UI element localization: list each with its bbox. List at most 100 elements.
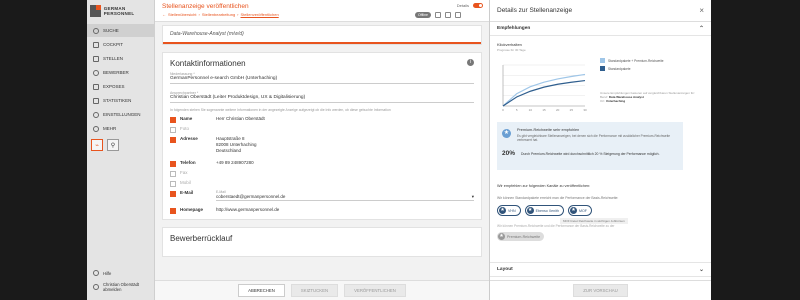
checkbox[interactable] — [170, 136, 176, 143]
preview-button[interactable]: ZUR VORSCHAU — [573, 284, 628, 297]
contact-row-name: Name Herr Christian Oberstädt — [170, 116, 474, 126]
sidebar-item-stellen[interactable]: STELLEN — [87, 52, 155, 65]
job-title-field[interactable]: Data-Warehouse-Analyst (m/w/d) — [163, 26, 481, 44]
chip-label: VHN — [508, 208, 516, 213]
contact-row-mobil: Mobil — [170, 180, 474, 190]
x-tick-label: 0 — [502, 108, 504, 112]
sidebar-item-mehr[interactable]: MEHR — [87, 122, 155, 135]
channel-chip[interactable]: ★ Ebenso Xenith — [524, 205, 564, 216]
section-title: Bewerberrücklauf — [170, 234, 233, 244]
row-label: E-Mail — [180, 190, 194, 196]
row-value: Herr Christian Oberstädt — [216, 116, 265, 122]
sidebar: GERMAN PERSONNEL SUCHE COCKPIT STELLEN B… — [87, 0, 155, 300]
email-select[interactable]: E-Mail coberstaedt@germanpersonnel.de ▾ — [216, 190, 474, 202]
sidebar-item-cockpit[interactable]: COCKPIT — [87, 38, 155, 51]
breadcrumb: ← Stellenübersicht › Stellenbearbeitung … — [162, 12, 279, 17]
back-arrow-icon[interactable]: ← — [162, 12, 166, 17]
chip-label: Premium-Reichweite — [507, 234, 541, 239]
row-label: Telefon — [180, 160, 196, 166]
footer-actions: ABBRECHEN SKIZTUCKEN VERÖFFENTLICHEN — [155, 280, 489, 300]
accordion-label: Empfehlungen — [497, 26, 531, 31]
checkbox[interactable] — [170, 190, 176, 197]
gear-icon — [93, 111, 99, 118]
recommend-subtext-2: Wir können Premium-Reichweite und die Pe… — [497, 224, 615, 228]
breadcrumb-item[interactable]: Stellenveröffentlichen — [241, 12, 279, 17]
recommend-text: Wir empfehlen zur folgenden Kanäle zu ve… — [497, 184, 591, 188]
premium-chip[interactable]: ★ Premium-Reichweite — [497, 232, 545, 241]
breadcrumb-item[interactable]: Stellenbearbeitung — [202, 12, 235, 17]
email-value: coberstaedt@germanpersonnel.de — [216, 194, 286, 200]
tool-link-icon[interactable]: ⌁ — [91, 139, 103, 151]
logout-label: Christian Oberstädt abmelden — [103, 282, 140, 293]
checkbox[interactable] — [170, 170, 176, 177]
sidebar-item-statistiken[interactable]: STATISTIKEN — [87, 94, 155, 107]
help-link[interactable]: Hilfe — [93, 270, 111, 276]
chart-note: Unsere Empfehlungen basieren auf verglei… — [600, 91, 700, 104]
status-badge: Offline — [414, 12, 431, 18]
row-label: Name — [180, 116, 193, 122]
legend-item: Standardpakete + Premium-Reichweite — [600, 58, 664, 63]
accordion-layout[interactable]: Layout ⌄ — [490, 263, 711, 277]
channel-chips: ★ VHN ★ Ebenso Xenith ★ MOF — [497, 205, 592, 216]
tool-person-icon[interactable]: ⚲ — [107, 139, 119, 151]
main-header: Stellenanzeige veröffentlichen ← Stellen… — [155, 0, 489, 22]
details-toggle[interactable] — [473, 3, 483, 8]
promo-text: Es gibt vergleichbare Stellenanzeigen, b… — [517, 134, 671, 143]
checkbox[interactable] — [170, 116, 176, 123]
star-icon: ★ — [569, 207, 577, 214]
breadcrumb-sep: › — [237, 12, 239, 17]
panel-header: Details zur Stellenanzeige × — [490, 0, 711, 22]
panel-title: Details zur Stellenanzeige — [497, 7, 573, 14]
panel-footer: ZUR VORSCHAU — [490, 280, 711, 300]
page-title: Stellenanzeige veröffentlichen — [162, 3, 249, 10]
info-icon[interactable]: i — [467, 59, 474, 66]
company-value: GermanPersonnel e-search GmbH (Unterhach… — [170, 76, 278, 81]
save-draft-button[interactable]: SKIZTUCKEN — [290, 284, 339, 297]
note-key: Ort: — [600, 98, 605, 103]
channel-chip[interactable]: ★ MOF — [567, 205, 592, 216]
promo-title: Premium-Reichweite sehr empfohlen — [517, 128, 580, 132]
sidebar-item-label: COCKPIT — [103, 42, 124, 47]
x-tick-label: 10 — [529, 108, 533, 112]
sidebar-item-exposes[interactable]: EXPOSES — [87, 80, 155, 93]
sidebar-item-suche[interactable]: SUCHE — [87, 24, 155, 37]
checkbox[interactable] — [170, 160, 176, 167]
sidebar-item-label: EXPOSES — [103, 84, 125, 89]
users-icon — [93, 69, 99, 76]
chevron-down-icon: ▾ — [471, 194, 474, 200]
copy-icon[interactable] — [435, 12, 441, 18]
company-field[interactable]: Niederlassung * GermanPersonnel e-search… — [170, 72, 474, 84]
promo-percent: 20% — [502, 150, 516, 157]
details-panel: Details zur Stellenanzeige × Empfehlunge… — [489, 0, 711, 300]
search-icon — [93, 27, 99, 34]
cancel-button[interactable]: ABBRECHEN — [238, 284, 285, 297]
publish-button[interactable]: VERÖFFENTLICHEN — [344, 284, 406, 297]
user-icon[interactable] — [445, 12, 451, 18]
sidebar-item-einstellungen[interactable]: EINSTELLUNGEN — [87, 108, 155, 121]
details-label: Details — [456, 3, 469, 8]
checkbox[interactable] — [170, 180, 176, 187]
accordion-empfehlungen[interactable]: Empfehlungen ⌃ — [490, 22, 711, 36]
delete-icon[interactable] — [455, 12, 461, 18]
contact-row-telefon: Telefon +49 89 248907280 — [170, 160, 474, 170]
close-icon[interactable]: × — [699, 6, 704, 15]
checkbox[interactable] — [170, 126, 176, 133]
help-label: Hilfe — [103, 270, 112, 276]
row-value: http://www.germanpersonnel.de — [216, 207, 280, 213]
logo-mark-icon — [90, 5, 101, 17]
channel-chip[interactable]: ★ VHN — [497, 205, 521, 216]
x-tick-label: 30 — [583, 108, 587, 112]
logo-text: GERMAN PERSONNEL — [103, 6, 135, 16]
logo[interactable]: GERMAN PERSONNEL — [90, 4, 152, 18]
star-icon: ★ — [502, 129, 511, 138]
contact-person-field[interactable]: Ansprechpartner * Christian Oberstädt (L… — [170, 91, 474, 103]
sidebar-item-bewerber[interactable]: BEWERBER — [87, 66, 155, 79]
star-icon: ★ — [498, 233, 505, 240]
sidebar-item-label: STATISTIKEN — [103, 98, 132, 103]
breadcrumb-item[interactable]: Stellenübersicht — [168, 12, 196, 17]
contact-row-homepage: Homepage http://www.germanpersonnel.de — [170, 207, 474, 219]
checkbox[interactable] — [170, 207, 176, 214]
logout-link[interactable]: Christian Oberstädt abmelden — [93, 282, 153, 292]
status-area: Offline — [414, 12, 461, 18]
sidebar-item-label: STELLEN — [103, 56, 124, 61]
